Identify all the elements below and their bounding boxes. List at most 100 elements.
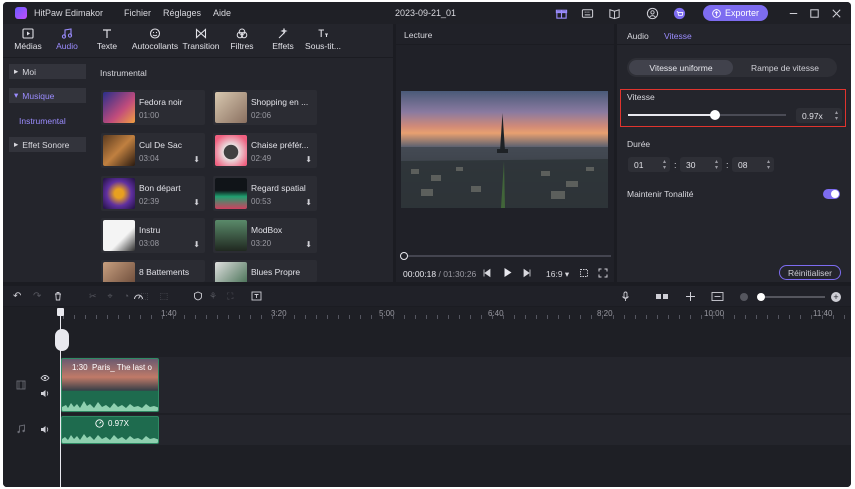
stepper-icon[interactable]: ▴ ▾ (715, 159, 718, 171)
track-tile[interactable]: Regard spatial 00:53 ⬇ (213, 176, 317, 211)
toolbar-transition[interactable]: Transition (181, 28, 221, 51)
cart-icon[interactable] (673, 7, 686, 20)
split-view-icon[interactable] (655, 292, 669, 301)
ruler-tick (635, 315, 636, 319)
snap-icon[interactable] (685, 291, 696, 302)
category-effet-sonore[interactable]: ▸ Effet Sonore (9, 137, 86, 152)
eye-icon[interactable] (40, 374, 50, 382)
menu-reglages[interactable]: Réglages (163, 8, 201, 18)
category-instrumental[interactable]: Instrumental (9, 113, 86, 128)
previous-frame-icon[interactable] (482, 268, 492, 278)
toolbar-sous-titres[interactable]: Sous-tit... (302, 28, 344, 51)
book-icon[interactable] (608, 7, 621, 20)
stepper-icon[interactable]: ▴ ▾ (663, 159, 666, 171)
track-tile[interactable]: Instru 03:08 ⬇ (101, 218, 205, 253)
toolbar-texte[interactable]: Texte (89, 28, 125, 51)
aspect-ratio-select[interactable]: 16:9 ▾ (546, 269, 569, 280)
reset-button[interactable]: Réinitialiser (779, 265, 841, 280)
track-tile[interactable]: Fedora noir 01:00 (101, 90, 205, 125)
delete-icon[interactable] (53, 291, 63, 301)
ruler-tick (822, 315, 823, 319)
zoom-slider-handle[interactable] (757, 293, 765, 301)
toolbar-audio[interactable]: Audio (49, 28, 85, 51)
gift-icon[interactable] (555, 7, 568, 20)
category-musique[interactable]: ▾ Musique (9, 88, 86, 103)
ruler-tick (261, 315, 262, 319)
account-icon[interactable] (646, 7, 659, 20)
toolbar-autocollants[interactable]: Autocollants (131, 28, 179, 51)
download-icon[interactable]: ⬇ (305, 240, 312, 249)
fullscreen-icon[interactable] (598, 268, 608, 278)
zoom-out-icon[interactable] (740, 293, 748, 301)
category-effet-sonore-label: Effet Sonore (22, 139, 70, 150)
maximize-icon[interactable] (808, 7, 821, 20)
close-icon[interactable] (830, 7, 843, 20)
track-tile[interactable]: ModBox 03:20 ⬇ (213, 218, 317, 253)
next-frame-icon[interactable] (522, 268, 532, 278)
microphone-icon[interactable] (621, 291, 630, 302)
audio-clip[interactable]: 0.97X (61, 416, 159, 444)
snapshot-icon[interactable] (579, 268, 589, 278)
duration-hours-input[interactable]: 01 ▴ ▾ (628, 157, 670, 172)
undo-icon[interactable]: ↶ (13, 291, 21, 302)
speaker-icon[interactable] (40, 389, 50, 398)
disabled-adjust-tools: ⚘⛶ (209, 291, 244, 301)
toolbar-label-texte: Texte (96, 41, 118, 51)
ruler-tick (371, 315, 372, 319)
duration-minutes-input[interactable]: 30 ▴ ▾ (680, 157, 722, 172)
menu-aide[interactable]: Aide (213, 8, 231, 18)
toolbar-label-transition: Transition (182, 41, 220, 51)
toolbar-medias[interactable]: Médias (10, 28, 46, 51)
player-progress-handle[interactable] (400, 252, 408, 260)
tab-vitesse[interactable]: Vitesse (664, 31, 692, 41)
track-tile[interactable]: Shopping en ... 02:06 (213, 90, 317, 125)
speed-gauge-icon[interactable] (133, 291, 144, 301)
video-clip[interactable]: 1:30 Paris_ The last o (61, 358, 159, 412)
playhead-handle[interactable] (57, 308, 64, 316)
category-moi[interactable]: ▸ Moi (9, 64, 86, 79)
download-icon[interactable]: ⬇ (305, 155, 312, 164)
export-button[interactable]: Exporter (703, 5, 768, 21)
ruler-tick (767, 315, 768, 319)
player-progress-track[interactable] (404, 255, 611, 257)
keyboard-icon[interactable] (581, 7, 594, 20)
duration-seconds-input[interactable]: 08 ▴ ▾ (732, 157, 774, 172)
speed-slider-handle[interactable] (709, 110, 720, 120)
toolbar-effets[interactable]: Effets (265, 28, 301, 51)
track-duration: 03:20 (251, 239, 272, 248)
track-tile[interactable]: Bon départ 02:39 ⬇ (101, 176, 205, 211)
track-tile[interactable]: Cul De Sac 03:04 ⬇ (101, 133, 205, 168)
stepper-icon[interactable]: ▴ ▾ (767, 159, 770, 171)
chevron-down-icon: ▾ (564, 269, 570, 279)
toolbar-filtres[interactable]: Filtres (224, 28, 260, 51)
zoom-slider-track[interactable] (760, 296, 825, 298)
download-icon[interactable]: ⬇ (193, 198, 200, 207)
download-icon[interactable]: ⬇ (193, 155, 200, 164)
stepper-icon[interactable]: ▴ ▾ (835, 110, 838, 122)
duration-hours: 01 (634, 159, 644, 170)
menu-fichier[interactable]: Fichier (124, 8, 151, 18)
shield-icon[interactable] (193, 291, 203, 301)
text-box-icon[interactable] (251, 291, 262, 301)
track-thumbnail (215, 92, 247, 123)
minimize-icon[interactable] (787, 7, 800, 20)
mode-uniform-button[interactable]: Vitesse uniforme (629, 60, 733, 75)
keep-pitch-toggle[interactable] (823, 189, 840, 199)
video-track-icon (16, 380, 26, 390)
redo-icon[interactable]: ↷ (33, 291, 41, 302)
zoom-in-icon[interactable]: + (831, 292, 841, 302)
track-tile[interactable]: Chaise préfér... 02:49 ⬇ (213, 133, 317, 168)
track-tile[interactable]: 8 Battements (101, 260, 205, 282)
track-tile[interactable]: Blues Propre (213, 260, 317, 282)
fit-timeline-icon[interactable] (711, 291, 724, 302)
tab-audio[interactable]: Audio (627, 31, 649, 41)
playhead-marker[interactable] (55, 329, 69, 351)
download-icon[interactable]: ⬇ (305, 198, 312, 207)
mode-ramp-button[interactable]: Rampe de vitesse (735, 60, 835, 75)
download-icon[interactable]: ⬇ (193, 240, 200, 249)
play-icon[interactable] (502, 267, 513, 278)
video-preview[interactable] (401, 91, 608, 208)
speed-value-input[interactable]: 0.97x ▴ ▾ (796, 108, 842, 123)
track-duration: 02:49 (251, 154, 272, 163)
speaker-icon[interactable] (40, 425, 50, 434)
